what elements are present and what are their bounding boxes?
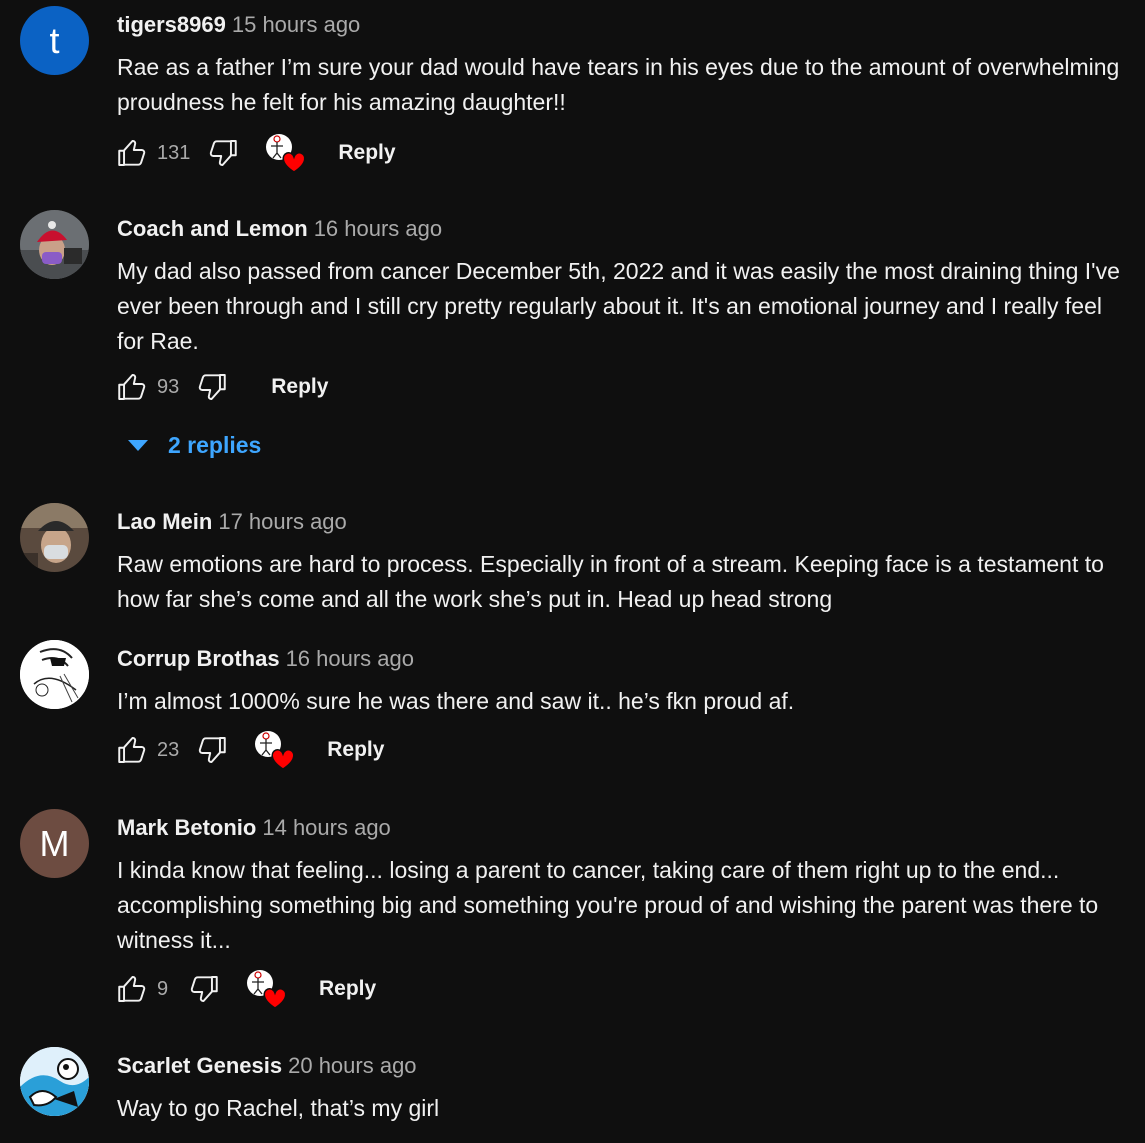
avatar-image [20, 210, 89, 279]
reply-button[interactable]: Reply [338, 141, 395, 165]
like-button[interactable] [113, 368, 151, 406]
caret-down-icon [128, 439, 148, 451]
avatar-letter: t [49, 19, 60, 61]
comment-author[interactable]: Coach and Lemon [117, 216, 308, 241]
dislike-button[interactable] [193, 368, 231, 406]
like-button[interactable] [113, 134, 151, 172]
replies-count-label: 2 replies [168, 432, 262, 458]
thumbs-down-icon [194, 369, 230, 405]
avatar[interactable] [20, 210, 89, 279]
like-count: 93 [157, 375, 180, 398]
like-button[interactable] [113, 731, 151, 769]
thumbs-up-icon [114, 369, 150, 405]
comment-time[interactable]: 14 hours ago [262, 815, 390, 840]
creator-heart-icon [264, 131, 308, 175]
comment-time[interactable]: 16 hours ago [314, 216, 442, 241]
comment-author[interactable]: Lao Mein [117, 509, 212, 534]
like-count: 9 [157, 977, 169, 1000]
comment-text: I’m almost 1000% sure he was there and s… [117, 688, 795, 714]
avatar[interactable]: t [20, 6, 89, 75]
dislike-button[interactable] [185, 970, 223, 1008]
comment-author[interactable]: Mark Betonio [117, 815, 256, 840]
avatar[interactable]: M [20, 809, 89, 878]
reply-button[interactable]: Reply [271, 375, 328, 399]
creator-heart-icon [253, 728, 297, 772]
comment-text: I kinda know that feeling... losing a pa… [117, 857, 1099, 953]
comment-text: Rae as a father I’m sure your dad would … [117, 54, 1120, 115]
avatar[interactable] [20, 503, 89, 572]
dislike-button[interactable] [193, 731, 231, 769]
comment-time[interactable]: 15 hours ago [232, 12, 360, 37]
comment-time[interactable]: 20 hours ago [288, 1053, 416, 1078]
comment-text: Raw emotions are hard to process. Especi… [117, 551, 1104, 612]
avatar-image [20, 503, 89, 572]
thumbs-up-icon [114, 732, 150, 768]
thumbs-up-icon [114, 135, 150, 171]
dislike-button[interactable] [204, 134, 242, 172]
comment-author[interactable]: tigers8969 [117, 12, 226, 37]
comment-time[interactable]: 17 hours ago [218, 509, 346, 534]
avatar[interactable] [20, 640, 89, 709]
thumbs-up-icon [114, 971, 150, 1007]
thumbs-down-icon [205, 135, 241, 171]
reply-button[interactable]: Reply [327, 738, 384, 762]
like-button[interactable] [113, 970, 151, 1008]
comment-author[interactable]: Scarlet Genesis [117, 1053, 282, 1078]
like-count: 131 [157, 141, 191, 164]
thumbs-down-icon [194, 732, 230, 768]
comment-text: Way to go Rachel, that’s my girl [117, 1095, 440, 1121]
avatar-image [20, 640, 89, 709]
reply-button[interactable]: Reply [319, 977, 376, 1001]
like-count: 23 [157, 738, 180, 761]
view-replies-button[interactable]: 2 replies [126, 432, 261, 459]
comment-time[interactable]: 16 hours ago [286, 646, 414, 671]
comment-author[interactable]: Corrup Brothas [117, 646, 280, 671]
avatar-letter: M [39, 822, 70, 864]
avatar[interactable] [20, 1047, 89, 1116]
thumbs-down-icon [186, 971, 222, 1007]
comment-text: My dad also passed from cancer December … [117, 258, 1120, 354]
creator-heart-icon [245, 967, 289, 1011]
avatar-image [20, 1047, 89, 1116]
